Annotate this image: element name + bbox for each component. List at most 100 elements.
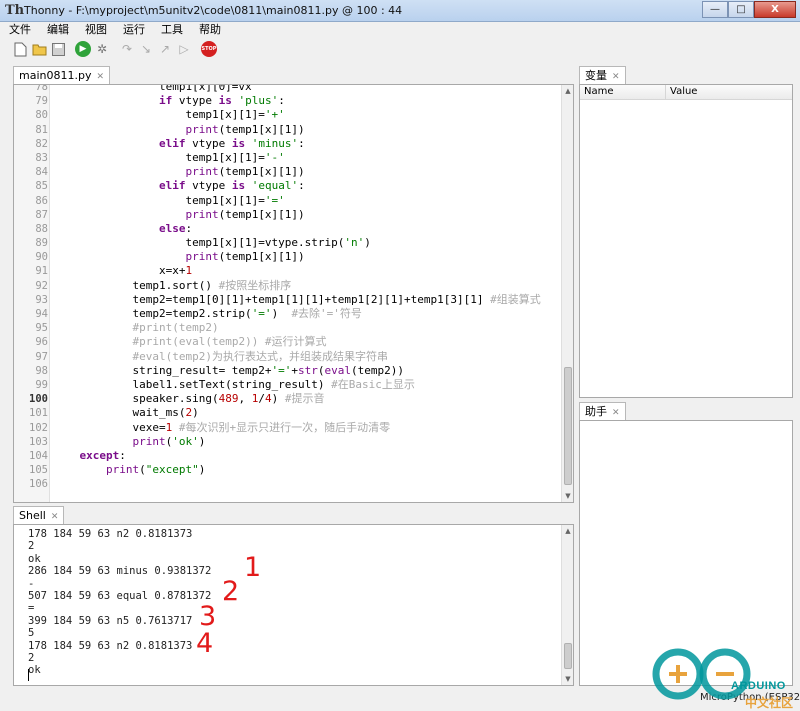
tab-shell[interactable]: Shell ✕	[13, 506, 65, 525]
code-line[interactable]: 79 if vtype is 'plus':	[14, 94, 561, 108]
tab-variables[interactable]: 变量 ✕	[579, 66, 626, 85]
code-token: #在Basic上显示	[331, 377, 415, 391]
code-token: vtype	[172, 94, 219, 108]
code-line[interactable]: 105 print("except")	[14, 463, 561, 477]
close-tab-icon[interactable]: ✕	[96, 72, 104, 82]
code-line[interactable]: 89 temp1[x][1]=vtype.strip('n')	[14, 236, 561, 250]
menu-tools[interactable]: 工具	[152, 22, 190, 38]
scroll-thumb[interactable]	[564, 643, 572, 669]
menu-edit[interactable]: 编辑	[38, 22, 76, 38]
editor-scrollbar[interactable]: ▲ ▼	[561, 85, 573, 502]
code-line[interactable]: 103 print('ok')	[14, 435, 561, 449]
code-line[interactable]: 91 x=x+1	[14, 264, 561, 278]
code-line[interactable]: 93 temp2=temp1[0][1]+temp1[1][1]+temp1[2…	[14, 293, 561, 307]
scroll-up-icon[interactable]: ▲	[562, 525, 573, 537]
line-number: 103	[29, 435, 48, 448]
menu-run[interactable]: 运行	[114, 22, 152, 38]
tab-label: 变量	[585, 69, 607, 82]
code-line[interactable]: 94 temp2=temp2.strip('=') #去除'='符号	[14, 307, 561, 321]
code-token: (temp1[x][1])	[218, 250, 305, 264]
code-line[interactable]: 81 print(temp1[x][1])	[14, 123, 561, 137]
code-token: #按照坐标排序	[218, 278, 292, 292]
step-out-icon[interactable]: ↗	[157, 41, 173, 57]
shell-scrollbar[interactable]: ▲ ▼	[561, 525, 573, 685]
tab-main0811[interactable]: main0811.py ✕	[13, 66, 111, 85]
code-line[interactable]: 100 speaker.sing(489, 1/4) #提示音	[14, 392, 561, 406]
line-number: 83	[35, 151, 48, 164]
scroll-down-icon[interactable]: ▼	[562, 673, 573, 685]
menu-view[interactable]: 视图	[76, 22, 114, 38]
line-number: 99	[35, 378, 48, 391]
code-line[interactable]: 104 except:	[14, 449, 561, 463]
step-over-icon[interactable]: ↷	[119, 41, 135, 57]
code-line[interactable]: 80 temp1[x][1]='+'	[14, 108, 561, 122]
code-token: print	[132, 434, 166, 448]
menu-file[interactable]: 文件	[0, 22, 38, 38]
code-text: string_result= temp2+'='+str(eval(temp2)…	[53, 364, 404, 378]
maximize-button[interactable]: □	[728, 1, 754, 18]
close-tab-icon[interactable]: ✕	[612, 72, 620, 82]
code-text: temp1[x][1]='='	[53, 194, 284, 208]
code-lines: 78 temp1[x][0]=vx 79 if vtype is 'plus': 8…	[14, 85, 561, 497]
code-line[interactable]: 97 #eval(temp2)为执行表达式，并组装成结果字符串	[14, 350, 561, 364]
code-line[interactable]: 102 vexe=1 #每次识别+显示只进行一次，随后手动清零	[14, 421, 561, 435]
code-line[interactable]: 99 label1.setText(string_result) #在Basic…	[14, 378, 561, 392]
code-text: print('ok')	[53, 435, 205, 449]
tab-label: 助手	[585, 405, 607, 418]
code-text: else:	[53, 222, 192, 236]
code-line[interactable]: 84 print(temp1[x][1])	[14, 165, 561, 179]
code-token: x=x+	[53, 264, 186, 278]
code-text: print(temp1[x][1])	[53, 165, 304, 179]
code-line[interactable]: 82 elif vtype is 'minus':	[14, 137, 561, 151]
line-number: 81	[35, 123, 48, 136]
column-value[interactable]: Value	[666, 85, 697, 99]
code-line[interactable]: 78 temp1[x][0]=vx	[14, 85, 561, 94]
minimize-button[interactable]: —	[702, 1, 728, 18]
stop-icon[interactable]: STOP	[201, 41, 217, 57]
debug-icon[interactable]: ✲	[94, 41, 110, 57]
close-tab-icon[interactable]: ✕	[51, 512, 59, 522]
shell-console[interactable]: 178 184 59 63 n2 0.8181373 2 ok 286 184 59 …	[13, 524, 574, 686]
code-line[interactable]: 87 print(temp1[x][1])	[14, 208, 561, 222]
tab-assistant[interactable]: 助手 ✕	[579, 402, 626, 421]
code-line[interactable]: 101 wait_ms(2)	[14, 406, 561, 420]
close-tab-icon[interactable]: ✕	[612, 408, 620, 418]
new-file-icon[interactable]	[12, 41, 28, 57]
line-number: 104	[29, 449, 48, 462]
code-line[interactable]: 83 temp1[x][1]='-'	[14, 151, 561, 165]
code-token: '='	[271, 363, 292, 377]
code-text: #eval(temp2)为执行表达式，并组装成结果字符串	[53, 350, 387, 364]
close-button[interactable]: X	[754, 1, 796, 18]
menu-help[interactable]: 帮助	[190, 22, 228, 38]
code-line[interactable]: 86 temp1[x][1]='='	[14, 194, 561, 208]
code-line[interactable]: 95 #print(temp2)	[14, 321, 561, 335]
code-token: :	[185, 221, 193, 235]
code-line[interactable]: 85 elif vtype is 'equal':	[14, 179, 561, 193]
scroll-thumb[interactable]	[564, 367, 572, 485]
code-token: #print(eval(temp2)) #运行计算式	[132, 335, 327, 349]
run-icon[interactable]: ▶	[75, 41, 91, 57]
code-text: print(temp1[x][1])	[53, 123, 304, 137]
code-line[interactable]: 88 else:	[14, 222, 561, 236]
code-text: except:	[53, 449, 126, 463]
code-editor[interactable]: 78 temp1[x][0]=vx 79 if vtype is 'plus': 8…	[13, 84, 574, 503]
scroll-down-icon[interactable]: ▼	[562, 490, 573, 502]
step-into-icon[interactable]: ↘	[138, 41, 154, 57]
resume-icon[interactable]: ▷	[176, 41, 192, 57]
scroll-up-icon[interactable]: ▲	[562, 85, 573, 97]
logo-subtext: 中文社区	[745, 696, 794, 710]
code-line[interactable]: 98 string_result= temp2+'='+str(eval(tem…	[14, 364, 561, 378]
code-line[interactable]: 96 #print(eval(temp2)) #运行计算式	[14, 335, 561, 349]
column-name[interactable]: Name	[580, 85, 666, 99]
code-text: elif vtype is 'equal':	[53, 179, 305, 193]
code-line[interactable]: 92 temp1.sort() #按照坐标排序	[14, 279, 561, 293]
save-icon[interactable]	[50, 41, 66, 57]
code-line[interactable]: 90 print(temp1[x][1])	[14, 250, 561, 264]
open-file-icon[interactable]	[31, 41, 47, 57]
code-line[interactable]: 106	[14, 477, 561, 491]
